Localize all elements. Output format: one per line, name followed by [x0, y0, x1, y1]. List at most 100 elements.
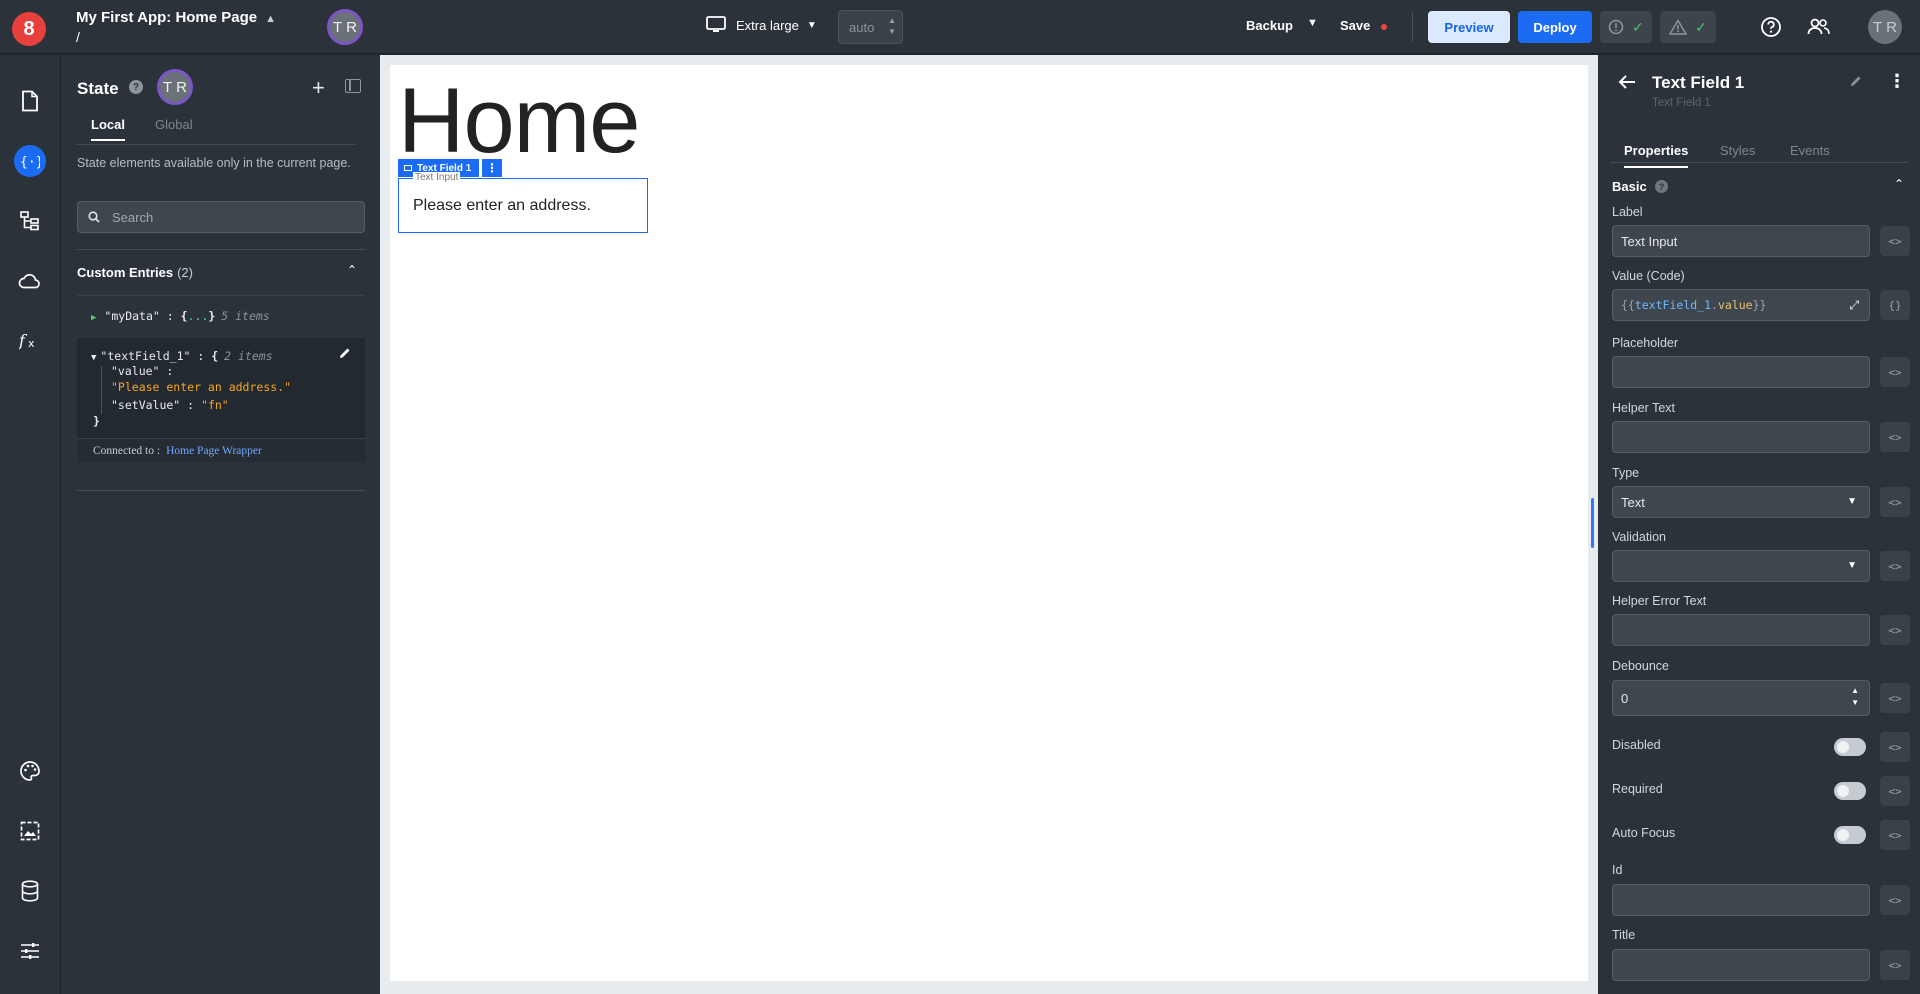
dock-panel-icon[interactable] [345, 79, 361, 93]
title-field[interactable] [1612, 949, 1870, 981]
panel-resize-handle[interactable] [1591, 498, 1594, 548]
more-vert-icon[interactable]: ⋮ [1888, 71, 1906, 92]
state-entry-textfield[interactable]: ▼ "textField_1" : {2 items "value" : "Ple… [77, 338, 365, 438]
placeholder-field[interactable] [1612, 356, 1870, 388]
help-icon[interactable] [1758, 14, 1784, 40]
chevron-down-icon: ▼ [1847, 560, 1857, 571]
help-icon[interactable]: ? [1655, 180, 1668, 193]
debounce-field[interactable]: 0 ▲ ▼ [1612, 680, 1870, 716]
settings-sliders-icon[interactable] [14, 935, 46, 967]
entry-key: "myData" [104, 309, 160, 323]
more-vert-icon[interactable]: ⋮ [482, 159, 502, 177]
database-icon[interactable] [14, 875, 46, 907]
page-canvas[interactable]: Home Text Field 1 ⋮ Text Input Please en… [390, 65, 1588, 981]
avatar[interactable]: T R [327, 9, 363, 45]
tab-properties[interactable]: Properties [1624, 143, 1689, 168]
validation-label: Validation [1612, 530, 1666, 544]
chevron-up-icon[interactable]: ⌃ [1894, 177, 1904, 191]
code-toggle-button[interactable]: <> [1880, 422, 1910, 452]
canvas-area: Home Text Field 1 ⋮ Text Input Please en… [380, 55, 1598, 994]
code-toggle-button[interactable]: <> [1880, 683, 1910, 713]
backup-button[interactable]: Backup [1246, 18, 1293, 33]
palette-icon[interactable] [14, 755, 46, 787]
label-field[interactable]: Text Input [1612, 225, 1870, 257]
tab-local[interactable]: Local [91, 117, 125, 141]
state-icon[interactable]: {·} [14, 145, 46, 177]
deploy-button[interactable]: Deploy [1518, 11, 1592, 43]
collapse-arrow-icon[interactable]: ▼ [91, 353, 96, 363]
textfield-icon [404, 165, 412, 171]
type-label: Type [1612, 466, 1640, 480]
function-icon[interactable]: fx [14, 325, 46, 357]
code-prop: value [1717, 298, 1753, 312]
code-toggle-button[interactable]: <> [1880, 950, 1910, 980]
help-icon[interactable]: ? [129, 80, 143, 94]
section-title[interactable]: Basic [1612, 179, 1647, 194]
required-label: Required [1612, 782, 1663, 796]
expand-arrow-icon[interactable]: ▶ [91, 313, 96, 323]
helper-text-field[interactable] [1612, 421, 1870, 453]
id-field[interactable] [1612, 884, 1870, 916]
code-toggle-button[interactable]: <> [1880, 226, 1910, 256]
code-toggle-button[interactable]: <> [1880, 732, 1910, 762]
search-input[interactable]: Search [77, 201, 365, 233]
field-label: Text Input [413, 172, 461, 183]
tab-events[interactable]: Events [1790, 143, 1830, 158]
stepper-icon[interactable]: ▲ ▼ [888, 15, 896, 37]
cloud-icon[interactable] [14, 265, 46, 297]
errors-status[interactable]: ✓ [1600, 11, 1652, 43]
device-selector[interactable]: Extra large ▼ [706, 16, 817, 34]
properties-panel: Text Field 1 Text Field 1 ⋮ Properties S… [1598, 55, 1920, 994]
search-icon [88, 211, 100, 223]
code-toggle-button[interactable]: <> [1880, 357, 1910, 387]
chevron-up-icon[interactable]: ⌃ [347, 263, 357, 277]
expand-icon[interactable]: ⤢ [1849, 298, 1859, 313]
helper-error-field[interactable] [1612, 614, 1870, 646]
warnings-status[interactable]: ✓ [1660, 11, 1716, 43]
avatar[interactable]: T R [157, 69, 193, 105]
connected-link[interactable]: Home Page Wrapper [166, 445, 262, 457]
code-toggle-button[interactable]: <> [1880, 487, 1910, 517]
profile-avatar[interactable]: T R [1868, 10, 1902, 44]
helper-error-label: Helper Error Text [1612, 594, 1707, 608]
entry-meta: 5 items [221, 309, 270, 323]
add-state-button[interactable]: + [312, 75, 325, 101]
users-icon[interactable] [1806, 14, 1832, 40]
validation-select[interactable]: ▼ [1612, 550, 1870, 582]
width-input[interactable]: auto ▲ ▼ [838, 10, 903, 44]
stepper-icon[interactable]: ▲ ▼ [1851, 685, 1859, 709]
tree-icon[interactable] [14, 205, 46, 237]
type-select[interactable]: Text ▼ [1612, 486, 1870, 518]
app-title[interactable]: My First App: Home Page ▲ [76, 9, 276, 26]
code-toggle-button[interactable]: <> [1880, 615, 1910, 645]
code-toggle-button[interactable]: <> [1880, 885, 1910, 915]
chevron-down-icon[interactable]: ▼ [1307, 17, 1318, 29]
pages-icon[interactable] [14, 85, 46, 117]
value-code-field[interactable]: {{ textField_1. value }} ⤢ [1612, 289, 1870, 321]
edit-icon[interactable] [1850, 75, 1862, 90]
entry-value-string: "Please enter an address." [111, 380, 292, 394]
media-icon[interactable] [14, 815, 46, 847]
custom-entries-header[interactable]: Custom Entries (2) [77, 265, 193, 280]
required-toggle[interactable] [1834, 782, 1866, 800]
app-logo[interactable]: 8 [12, 12, 46, 46]
braces-toggle-button[interactable]: {} [1880, 290, 1910, 320]
chevron-up-icon[interactable]: ▲ [265, 13, 276, 25]
save-button[interactable]: Save [1340, 18, 1370, 33]
tab-global[interactable]: Global [155, 117, 193, 132]
autofocus-toggle[interactable] [1834, 826, 1866, 844]
tab-styles[interactable]: Styles [1720, 143, 1755, 158]
disabled-toggle[interactable] [1834, 738, 1866, 756]
state-panel: State ? T R + Local Global State element… [60, 55, 380, 994]
text-field-component[interactable]: Text Input Please enter an address. [398, 172, 648, 233]
back-arrow-icon[interactable] [1618, 73, 1636, 96]
edit-icon[interactable] [339, 346, 351, 362]
code-toggle-button[interactable]: <> [1880, 551, 1910, 581]
preview-button[interactable]: Preview [1428, 11, 1510, 43]
entry-close: } [93, 414, 100, 428]
state-entry-mydata[interactable]: ▶ "myData" : {...} 5 items [91, 309, 270, 323]
code-toggle-button[interactable]: <> [1880, 776, 1910, 806]
code-toggle-button[interactable]: <> [1880, 820, 1910, 850]
debounce-value: 0 [1621, 690, 1629, 706]
entry-collapsed-dots: ... [187, 309, 209, 323]
